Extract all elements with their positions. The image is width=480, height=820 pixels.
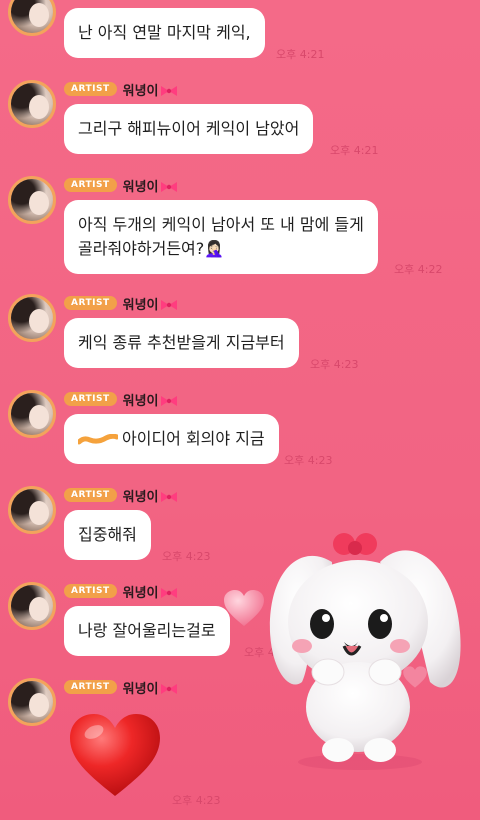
message-bubble[interactable]: 난 아직 연말 마지막 케익, bbox=[64, 8, 265, 58]
avatar[interactable] bbox=[8, 294, 56, 342]
avatar[interactable] bbox=[8, 176, 56, 224]
sender-name-text: 워녕이 bbox=[122, 179, 159, 195]
artist-badge: ARTIST bbox=[64, 392, 117, 406]
sender-name-text: 워녕이 bbox=[122, 585, 159, 601]
message-bubble[interactable]: 케익 종류 추천받을게 지금부터 bbox=[64, 318, 299, 368]
sender-name-text: 워녕이 bbox=[122, 297, 159, 313]
message-header: ARTIST 워녕이 bbox=[64, 678, 178, 697]
sender-name-text: 워녕이 bbox=[122, 681, 159, 697]
artist-badge: ARTIST bbox=[64, 296, 117, 310]
sender-name-text: 워녕이 bbox=[122, 489, 159, 505]
avatar[interactable] bbox=[8, 0, 56, 36]
sender-name[interactable]: 워녕이 bbox=[123, 582, 178, 601]
avatar[interactable] bbox=[8, 80, 56, 128]
message-text: 나랑 잘어울리는걸로 bbox=[78, 621, 216, 640]
bow-icon bbox=[160, 396, 177, 406]
avatar[interactable] bbox=[8, 678, 56, 726]
message-header: ARTIST 워녕이 bbox=[64, 294, 178, 313]
message-bubble[interactable]: 나랑 잘어울리는걸로 bbox=[64, 606, 230, 656]
bow-icon bbox=[160, 182, 177, 192]
sender-name[interactable]: 워녕이 bbox=[123, 486, 178, 505]
message-time: 오후 4:23 bbox=[162, 550, 211, 563]
message-bubble[interactable]: 아직 두개의 케익이 남아서 또 내 맘에 들게 골라줘야하거든여?🤦🏻‍♀️ bbox=[64, 200, 378, 274]
sender-name[interactable]: 워녕이 bbox=[123, 390, 178, 409]
message-time: 오후 4:23 bbox=[172, 794, 221, 807]
bow-icon bbox=[160, 684, 177, 694]
message-text: 케익 종류 추천받을게 지금부터 bbox=[78, 333, 285, 352]
message-bubble[interactable]: 아이디어 회의야 지금 bbox=[64, 414, 279, 464]
message-text: 아이디어 회의야 지금 bbox=[122, 429, 265, 448]
message-bubble[interactable]: 집중해줘 bbox=[64, 510, 151, 560]
message-time: 오후 4:21 bbox=[330, 144, 379, 157]
artist-badge: ARTIST bbox=[64, 82, 117, 96]
message-bubble[interactable]: 그리구 해피뉴이어 케익이 남았어 bbox=[64, 104, 314, 154]
bow-icon bbox=[160, 492, 177, 502]
artist-badge: ARTIST bbox=[64, 178, 117, 192]
message-text: 난 아직 연말 마지막 케익, bbox=[78, 23, 251, 42]
sender-name-text: 워녕이 bbox=[122, 393, 159, 409]
bow-icon bbox=[160, 300, 177, 310]
bow-icon bbox=[160, 588, 177, 598]
avatar[interactable] bbox=[8, 582, 56, 630]
sender-name-text: 워녕이 bbox=[122, 83, 159, 99]
message-header: ARTIST 워녕이 bbox=[64, 582, 178, 601]
message-text: 그리구 해피뉴이어 케익이 남았어 bbox=[78, 119, 300, 138]
red-heart-sticker[interactable] bbox=[68, 712, 162, 798]
message-text: 집중해줘 bbox=[78, 525, 137, 544]
avatar[interactable] bbox=[8, 486, 56, 534]
sender-name[interactable]: 워녕이 bbox=[123, 80, 178, 99]
bow-icon bbox=[160, 86, 177, 96]
message-header: ARTIST 워녕이 bbox=[64, 80, 178, 99]
sender-name[interactable]: 워녕이 bbox=[123, 678, 178, 697]
message-header: ARTIST 워녕이 bbox=[64, 390, 178, 409]
message-text-line: 골라줘야하거든여?🤦🏻‍♀️ bbox=[78, 239, 225, 258]
artist-badge: ARTIST bbox=[64, 680, 117, 694]
message-text-line: 아직 두개의 케익이 남아서 또 내 맘에 들게 bbox=[78, 215, 364, 234]
message-time: 오후 4:21 bbox=[276, 48, 325, 61]
message-header: ARTIST 워녕이 bbox=[64, 176, 178, 195]
sender-name[interactable]: 워녕이 bbox=[123, 294, 178, 313]
message-time: 오후 4:23 bbox=[310, 358, 359, 371]
message-header: ARTIST 워녕이 bbox=[64, 486, 178, 505]
sender-name[interactable]: 워녕이 bbox=[123, 176, 178, 195]
bunny-character-decoration bbox=[269, 533, 461, 770]
artist-badge: ARTIST bbox=[64, 584, 117, 598]
artist-badge: ARTIST bbox=[64, 488, 117, 502]
message-time: 오후 4:22 bbox=[394, 263, 443, 276]
avatar[interactable] bbox=[8, 390, 56, 438]
pink-heart-icon bbox=[224, 590, 264, 626]
pink-heart-icon bbox=[403, 666, 427, 688]
brush-stroke-icon bbox=[78, 433, 118, 444]
message-time: 오후 4:23 bbox=[284, 454, 333, 467]
